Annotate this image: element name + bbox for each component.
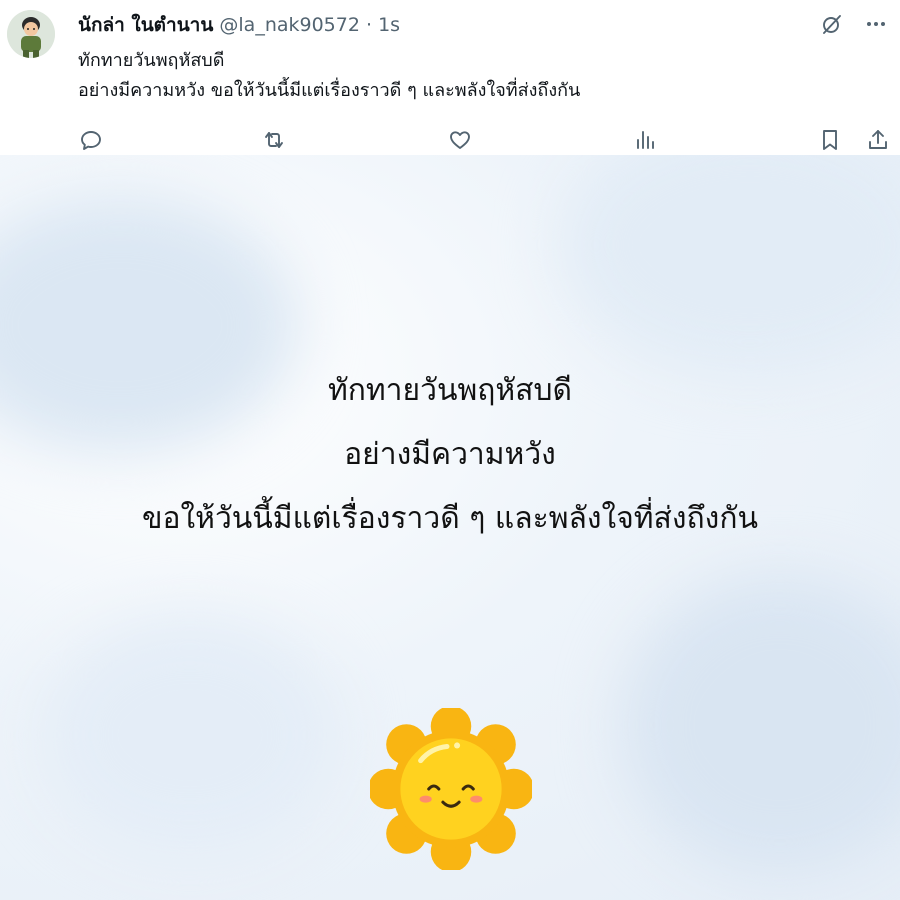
avatar[interactable]	[7, 10, 55, 58]
tweet-meta: นักล่า ในตำนาน @la_nak90572 · 1s	[78, 10, 400, 40]
grok-icon[interactable]	[818, 10, 846, 38]
bookmark-icon[interactable]	[815, 124, 845, 156]
timestamp[interactable]: 1s	[378, 14, 400, 36]
avatar-illustration	[7, 10, 55, 58]
watercolor-wash	[0, 195, 300, 455]
watercolor-wash	[620, 575, 900, 875]
tweet-text: ทักทายวันพฤหัสบดี อย่างมีความหวัง ขอให้ว…	[78, 46, 580, 106]
handle[interactable]: @la_nak90572	[219, 14, 360, 36]
media-text-line: ขอให้วันนี้มีแต่เรื่องราวดี ๆ และพลังใจท…	[142, 501, 758, 536]
separator: ·	[366, 14, 373, 36]
like-icon[interactable]	[445, 124, 475, 156]
watercolor-wash	[560, 155, 900, 375]
watercolor-wash	[40, 615, 340, 855]
reply-icon[interactable]	[76, 124, 106, 156]
tweet-media-image[interactable]: ทักทายวันพฤหัสบดี อย่างมีความหวัง ขอให้ว…	[0, 155, 900, 900]
more-icon[interactable]	[862, 10, 890, 38]
tweet-text-line: ทักทายวันพฤหัสบดี	[78, 50, 225, 71]
retweet-icon[interactable]	[259, 124, 289, 156]
views-icon[interactable]	[630, 124, 660, 156]
media-text-line: ทักทายวันพฤหัสบดี	[327, 373, 573, 408]
smiling-sun-icon	[370, 708, 532, 870]
top-right-actions	[818, 10, 890, 38]
tweet-header: นักล่า ในตำนาน @la_nak90572 · 1s ทักทายว…	[0, 0, 900, 155]
media-text-line: อย่างมีความหวัง	[344, 437, 556, 472]
tweet-actions	[0, 124, 900, 156]
share-icon[interactable]	[863, 124, 893, 156]
tweet-text-line: อย่างมีความหวัง ขอให้วันนี้มีแต่เรื่องรา…	[78, 80, 581, 101]
display-name[interactable]: นักล่า ในตำนาน	[78, 14, 213, 36]
